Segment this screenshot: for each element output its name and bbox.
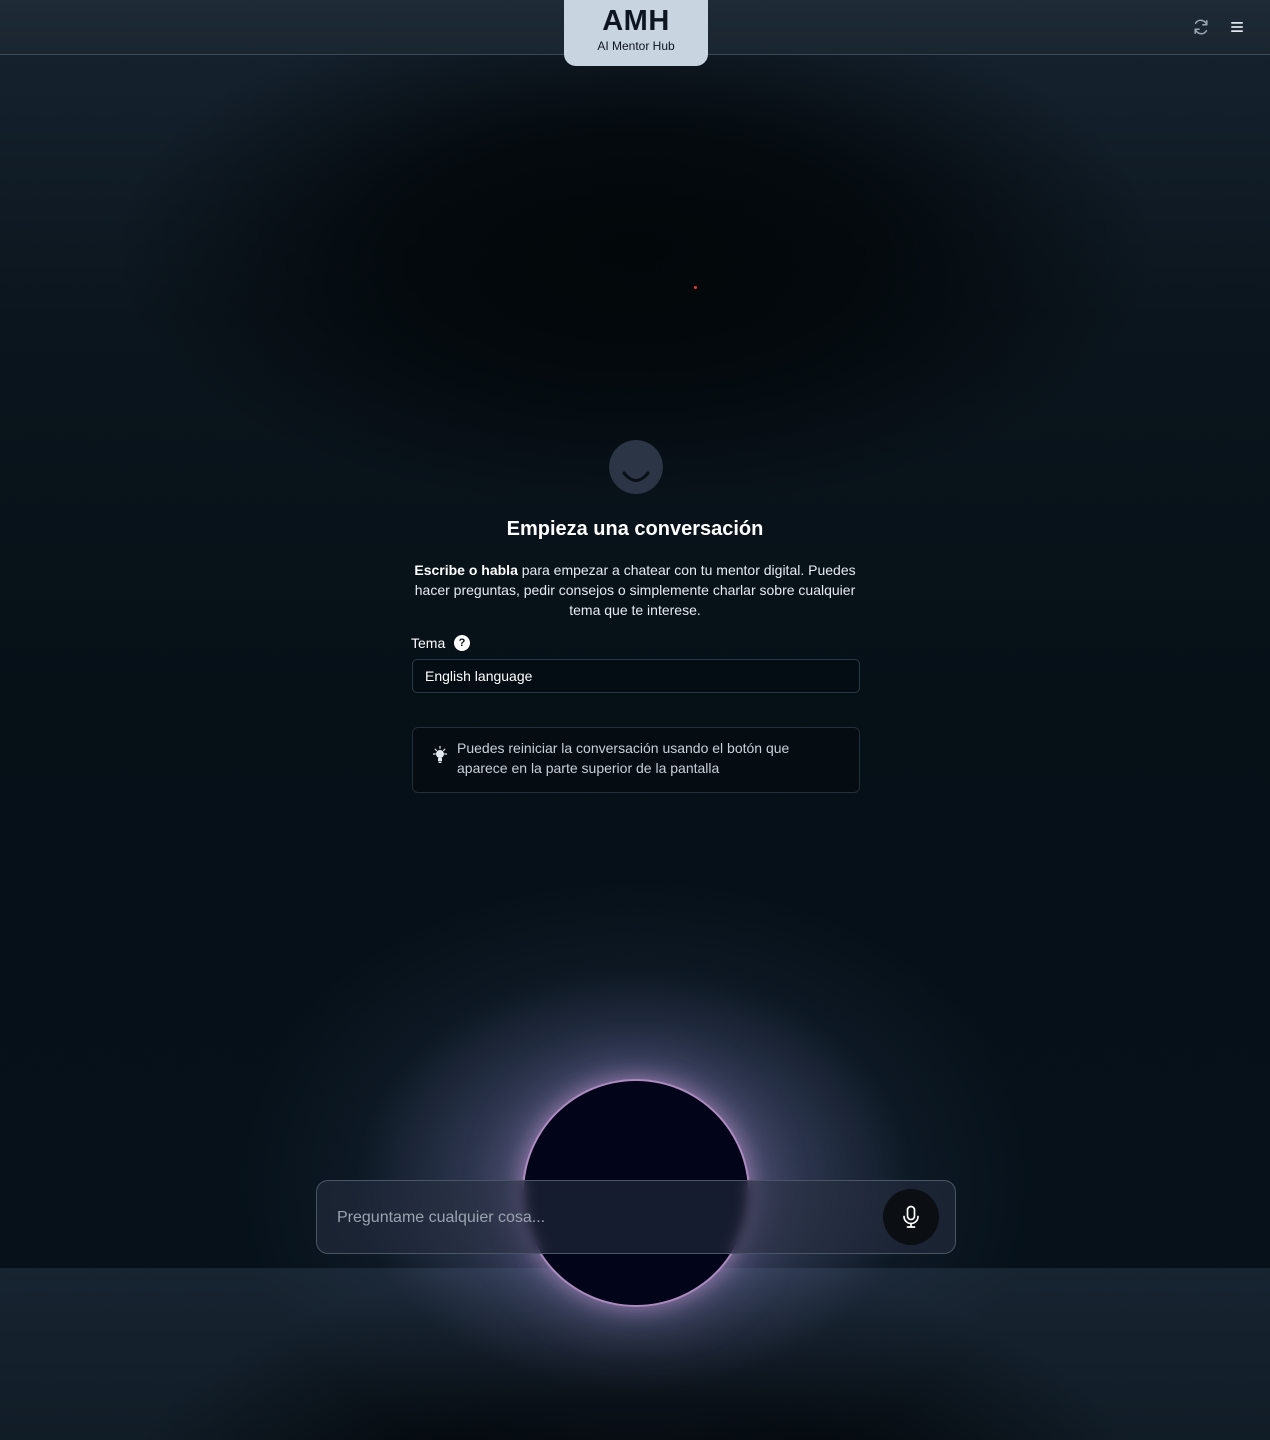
description-emphasis: Escribe o habla [414,562,518,578]
tip-box: Puedes reiniciar la conversación usando … [412,727,860,793]
logo[interactable]: AMH AI Mentor Hub [564,0,708,66]
message-input[interactable] [335,1201,879,1235]
mentor-avatar-icon [609,440,663,494]
lightbulb-icon [432,745,448,763]
status-dot [694,286,697,289]
chat-bar [316,1180,956,1254]
microphone-icon [903,1205,919,1228]
logo-title: AMH [602,5,670,37]
empty-state-heading: Empieza una conversación [506,518,764,540]
logo-subtitle: AI Mentor Hub [597,39,675,53]
tip-text: Puedes reiniciar la conversación usando … [457,740,790,776]
microphone-button[interactable] [883,1189,939,1245]
topic-input[interactable] [412,659,860,693]
menu-icon[interactable] [1227,17,1247,37]
topic-label: Tema [411,635,446,651]
refresh-icon[interactable] [1191,17,1211,37]
empty-state-description: Escribe o habla para empezar a chatear c… [405,560,865,620]
help-icon[interactable]: ? [454,635,470,651]
